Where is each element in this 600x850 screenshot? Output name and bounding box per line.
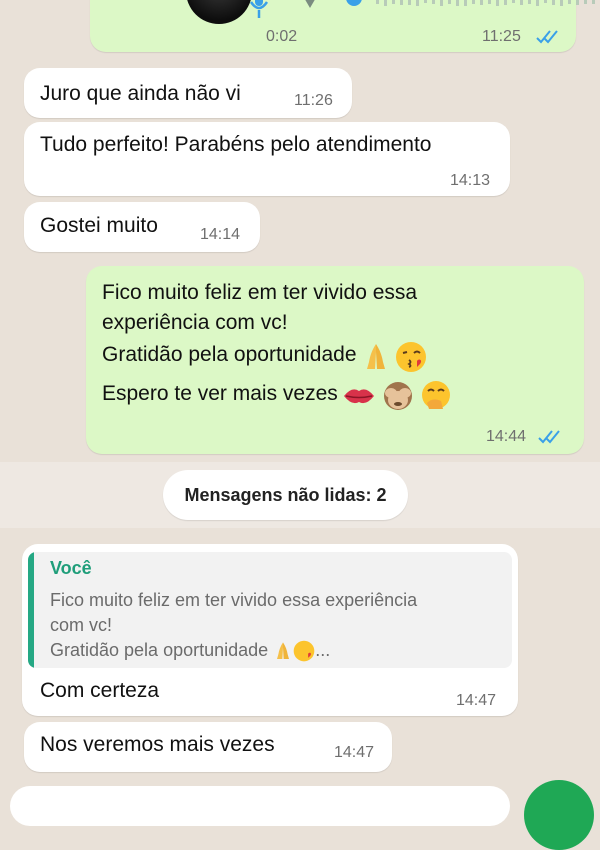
message-line-with-emoji: Espero te ver mais vezes: [102, 376, 453, 412]
play-icon[interactable]: [294, 0, 326, 12]
unread-messages-badge: Mensagens não lidas: 2: [163, 470, 408, 520]
quote-accent-bar: [28, 552, 34, 668]
message-time: 11:25: [482, 28, 521, 45]
incoming-message[interactable]: Nos veremos mais vezes 14:47: [24, 722, 392, 772]
message-time: 14:47: [334, 744, 375, 761]
double-check-icon: [536, 30, 558, 44]
quoted-message[interactable]: Você Fico muito feliz em ter vivido essa…: [28, 552, 512, 668]
quote-text-line: com vc!: [50, 615, 113, 635]
lips-emoji: [344, 389, 375, 403]
message-text-line: Gratidão pela oportunidade: [102, 343, 357, 366]
folded-hands-emoji: [277, 642, 290, 660]
message-text: Tudo perfeito! Parabéns pelo atendimento: [40, 133, 432, 156]
message-time: 14:44: [486, 428, 527, 445]
audio-duration: 0:02: [266, 28, 298, 45]
message-text-line: experiência com vc!: [102, 311, 288, 334]
message-text-line: Espero te ver mais vezes: [102, 382, 338, 405]
incoming-message[interactable]: Gostei muito 14:14: [24, 202, 260, 252]
audio-message-bubble[interactable]: 0:02 11:25: [90, 0, 595, 52]
hand-over-mouth-emoji: [422, 380, 451, 409]
message-time: 14:14: [200, 226, 241, 243]
quote-ellipsis: ...: [315, 640, 331, 660]
kiss-emoji: [396, 341, 427, 372]
kiss-emoji: [293, 640, 315, 662]
incoming-message[interactable]: Tudo perfeito! Parabéns pelo atendimento…: [24, 122, 510, 196]
send-button[interactable]: [524, 780, 594, 850]
avatar: [186, 0, 252, 24]
message-time: 14:47: [456, 692, 497, 709]
double-check-icon: [538, 430, 560, 444]
audio-waveform[interactable]: [346, 0, 600, 16]
message-line-with-emoji: Gratidão pela oportunidade: [102, 338, 427, 372]
incoming-message[interactable]: Juro que ainda não vi 11:26: [24, 68, 352, 118]
message-time: 14:13: [450, 172, 491, 189]
quote-author: Você: [50, 558, 92, 578]
mic-icon: [249, 0, 269, 18]
chat-area: 0:02 11:25 Juro que ainda não vi 11:26 T…: [0, 0, 600, 850]
message-text: Juro que ainda não vi: [40, 82, 241, 105]
quote-text-content: Gratidão pela oportunidade: [50, 640, 269, 660]
quote-text: Fico muito feliz em ter vivido essa expe…: [50, 588, 500, 663]
message-input[interactable]: [10, 786, 510, 826]
message-text: Gostei muito: [40, 214, 158, 237]
folded-hands-emoji: [366, 343, 385, 369]
quote-text-line: Gratidão pela oportunidade ...: [50, 638, 500, 663]
quote-text-line: Fico muito feliz em ter vivido essa expe…: [50, 590, 418, 610]
message-text: Nos veremos mais vezes: [40, 733, 275, 756]
outgoing-message[interactable]: Fico muito feliz em ter vivido essa expe…: [86, 266, 584, 454]
message-text: Com certeza: [40, 679, 160, 702]
message-time: 11:26: [294, 92, 333, 109]
message-text-line: Fico muito feliz em ter vivido essa: [102, 281, 418, 304]
see-no-evil-monkey-emoji: [383, 381, 412, 410]
